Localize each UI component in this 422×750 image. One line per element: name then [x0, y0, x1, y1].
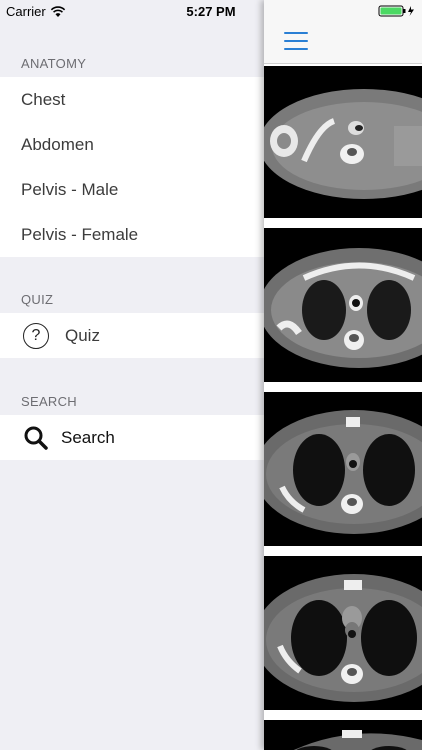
menu-item-label: Chest: [21, 89, 66, 109]
ct-slice-4[interactable]: [264, 556, 422, 710]
anatomy-group: Chest Abdomen Pelvis - Male Pelvis - Fem…: [0, 77, 264, 257]
status-time: 5:27 PM: [186, 4, 236, 19]
quiz-group: ? Quiz: [0, 313, 264, 358]
ct-slice-1[interactable]: [264, 66, 422, 218]
menu-item-pelvis-female[interactable]: Pelvis - Female: [0, 212, 264, 257]
hamburger-icon[interactable]: [284, 32, 308, 50]
status-bar: Carrier 5:27 PM: [0, 0, 422, 22]
search-group: Search: [0, 415, 264, 460]
menu-item-label: Pelvis - Female: [21, 224, 139, 244]
menu-item-pelvis-male[interactable]: Pelvis - Male: [0, 167, 264, 212]
menu-item-label: Quiz: [65, 325, 100, 345]
menu-item-quiz[interactable]: ? Quiz: [0, 313, 264, 358]
battery-charging-icon: [378, 5, 414, 17]
menu-item-label: Abdomen: [21, 134, 94, 154]
ct-slice-3[interactable]: [264, 392, 422, 546]
menu-item-search[interactable]: Search: [0, 415, 264, 460]
app-screen: ANATOMY Chest Abdomen Pelvis - Male Pelv…: [0, 0, 422, 750]
ct-slice-2[interactable]: [264, 228, 422, 382]
menu-item-abdomen[interactable]: Abdomen: [0, 122, 264, 167]
side-menu: ANATOMY Chest Abdomen Pelvis - Male Pelv…: [0, 0, 264, 750]
menu-item-chest[interactable]: Chest: [0, 77, 264, 122]
menu-item-label: Search: [61, 427, 115, 447]
section-header-anatomy: ANATOMY: [21, 56, 87, 71]
search-icon: [21, 423, 51, 453]
section-header-search: SEARCH: [21, 394, 77, 409]
menu-item-label: Pelvis - Male: [21, 179, 119, 199]
main-panel: [264, 0, 422, 750]
question-circle-icon: ?: [21, 321, 51, 351]
ct-slice-5[interactable]: [264, 720, 422, 750]
section-header-quiz: QUIZ: [21, 292, 54, 307]
